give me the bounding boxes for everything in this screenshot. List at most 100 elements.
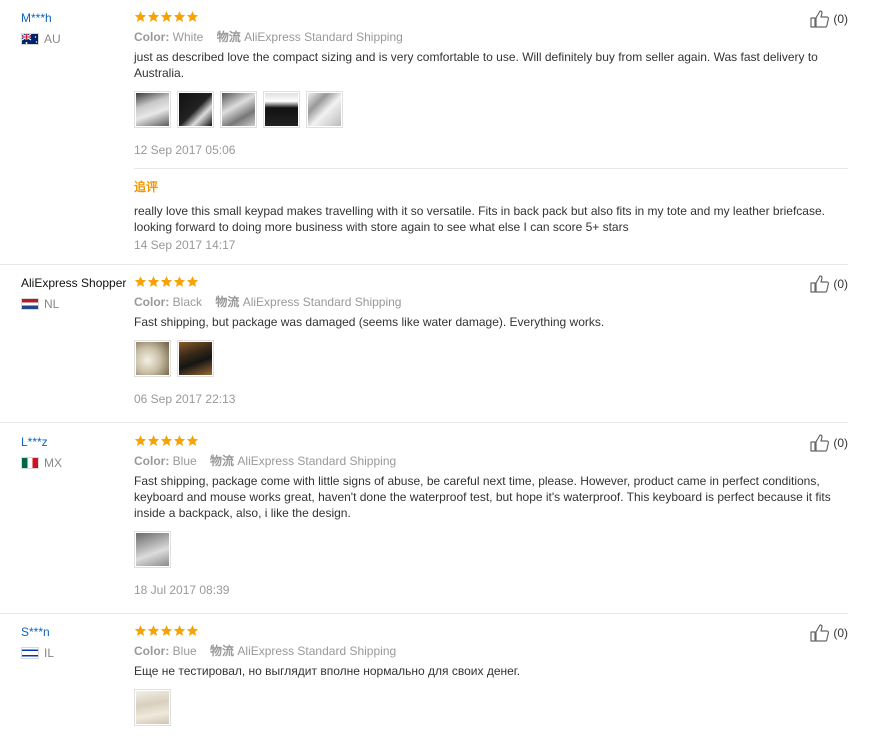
reviewer-info: L***z MX [21, 434, 131, 470]
reviewer-info: M***h AU [21, 10, 131, 46]
followup-text: really love this small keypad makes trav… [134, 204, 825, 234]
star-icon [134, 434, 147, 447]
review-item: AliExpress Shopper NL Color: Black 物流 Al… [0, 265, 848, 423]
shipping-label: 物流 [210, 454, 235, 468]
color-label: Color: [134, 295, 170, 309]
helpful-count: (0) [833, 277, 848, 291]
thumbs-up-icon [810, 10, 830, 28]
star-icon [147, 624, 160, 637]
review-text: just as described love the compact sizin… [134, 50, 818, 80]
reviews-list: M***h AU Color: White 物流 AliExpress Stan… [0, 0, 884, 736]
review-photos [134, 689, 848, 726]
shipping-label: 物流 [216, 30, 241, 44]
star-icon [147, 275, 160, 288]
order-info: Color: White 物流 AliExpress Standard Ship… [134, 29, 848, 45]
shipping-label: 物流 [210, 644, 235, 658]
review-photo[interactable] [134, 340, 171, 377]
followup-review: 追评 really love this small keypad makes t… [134, 168, 848, 253]
followup-date: 14 Sep 2017 14:17 [134, 238, 236, 252]
review-photo[interactable] [263, 91, 300, 128]
star-icon [186, 624, 199, 637]
helpful-count: (0) [833, 12, 848, 26]
reviewer-country: IL [21, 646, 131, 660]
review-photo[interactable] [134, 91, 171, 128]
country-code: AU [44, 32, 61, 46]
country-code: MX [44, 456, 62, 470]
star-icon [186, 434, 199, 447]
star-icon [173, 10, 186, 23]
shipping-value: AliExpress Standard Shipping [237, 644, 397, 658]
helpful-count: (0) [833, 436, 848, 450]
star-icon [186, 10, 199, 23]
star-icon [147, 434, 160, 447]
review-body: Color: Black 物流 AliExpress Standard Ship… [134, 275, 848, 407]
star-icon [134, 10, 147, 23]
star-icon [160, 275, 173, 288]
reviewer-name[interactable]: L***z [21, 434, 131, 450]
flag-mx-icon [21, 457, 39, 469]
review-photo[interactable] [220, 91, 257, 128]
star-icon [173, 624, 186, 637]
flag-il-icon [21, 647, 39, 659]
color-value: White [172, 30, 204, 44]
review-photo[interactable] [134, 689, 171, 726]
star-icon [160, 434, 173, 447]
review-photo[interactable] [177, 91, 214, 128]
review-photo[interactable] [177, 340, 214, 377]
review-body: Color: Blue 物流 AliExpress Standard Shipp… [134, 624, 848, 726]
review-photo[interactable] [134, 531, 171, 568]
review-text: Fast shipping, but package was damaged (… [134, 315, 605, 329]
helpful-button[interactable]: (0) [810, 10, 848, 28]
star-rating [134, 434, 848, 448]
reviewer-name[interactable]: M***h [21, 10, 131, 26]
star-rating [134, 275, 848, 289]
review-photos [134, 531, 848, 568]
flag-nl-icon [21, 298, 39, 310]
star-rating [134, 10, 848, 24]
reviewer-country: AU [21, 32, 131, 46]
flag-au-icon [21, 33, 39, 45]
country-code: IL [44, 646, 55, 660]
star-icon [173, 434, 186, 447]
thumbs-up-icon [810, 624, 830, 642]
star-icon [147, 10, 160, 23]
review-photos [134, 340, 848, 377]
reviewer-name: AliExpress Shopper [21, 276, 127, 290]
thumbs-up-icon [810, 275, 830, 293]
review-body: Color: Blue 物流 AliExpress Standard Shipp… [134, 434, 848, 598]
review-photo[interactable] [306, 91, 343, 128]
review-item: L***z MX Color: Blue 物流 AliExpress Stand… [0, 424, 848, 614]
helpful-count: (0) [833, 626, 848, 640]
helpful-button[interactable]: (0) [810, 434, 848, 452]
reviewer-info: S***n IL [21, 624, 131, 660]
shipping-label: 物流 [215, 295, 240, 309]
shipping-value: AliExpress Standard Shipping [237, 454, 397, 468]
review-date: 06 Sep 2017 22:13 [134, 392, 236, 406]
helpful-button[interactable]: (0) [810, 624, 848, 642]
star-icon [160, 10, 173, 23]
review-text: Еще не тестировал, но выглядит вполне но… [134, 664, 521, 678]
order-info: Color: Blue 物流 AliExpress Standard Shipp… [134, 453, 848, 469]
review-item: S***n IL Color: Blue 物流 AliExpress Stand… [0, 614, 848, 736]
reviewer-name[interactable]: S***n [21, 624, 131, 640]
order-info: Color: Blue 物流 AliExpress Standard Shipp… [134, 643, 848, 659]
thumbs-up-icon [810, 434, 830, 452]
star-icon [173, 275, 186, 288]
reviewer-info: AliExpress Shopper NL [21, 275, 131, 311]
order-info: Color: Black 物流 AliExpress Standard Ship… [134, 294, 848, 310]
color-value: Blue [172, 644, 197, 658]
star-rating [134, 624, 848, 638]
review-text: Fast shipping, package come with little … [134, 474, 831, 520]
followup-label: 追评 [134, 180, 159, 194]
color-label: Color: [134, 644, 170, 658]
star-icon [186, 275, 199, 288]
color-value: Blue [172, 454, 197, 468]
review-photos [134, 91, 848, 128]
review-item: M***h AU Color: White 物流 AliExpress Stan… [0, 0, 848, 265]
star-icon [134, 624, 147, 637]
review-date: 18 Jul 2017 08:39 [134, 583, 230, 597]
color-label: Color: [134, 30, 170, 44]
reviewer-country: NL [21, 297, 131, 311]
helpful-button[interactable]: (0) [810, 275, 848, 293]
color-value: Black [172, 295, 203, 309]
